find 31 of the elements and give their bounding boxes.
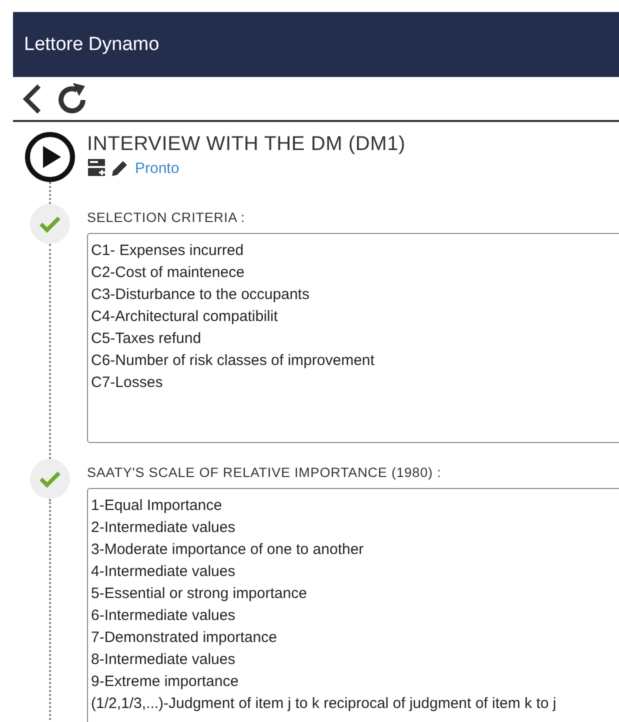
- text-line: 8-Intermediate values: [91, 650, 236, 670]
- pencil-icon: [111, 159, 129, 177]
- text-line: C4-Architectural compatibilit: [91, 307, 278, 327]
- activity-title: INTERVIEW WITH THE DM (DM1): [87, 133, 406, 156]
- text-line: 9-Extreme importance: [91, 672, 239, 692]
- text-line: 3-Moderate importance of one to another: [91, 540, 364, 560]
- text-line: C6-Number of risk classes of improvement: [91, 351, 374, 371]
- device-icon: [87, 158, 107, 178]
- text-line: 5-Essential or strong importance: [91, 584, 307, 604]
- step-label: SAATY'S SCALE OF RELATIVE IMPORTANCE (1980) :: [87, 465, 442, 480]
- play-icon: [43, 146, 61, 168]
- text-line: C5-Taxes refund: [91, 329, 202, 349]
- text-line: 1-Equal Importance: [91, 496, 222, 516]
- text-line: C2-Cost of maintenece: [91, 263, 244, 283]
- text-line: (1/2,1/3,...)-Judgment of item j to k reciprocal of judgment of item k to j: [91, 694, 556, 714]
- text-area[interactable]: C1- Expenses incurred C2-Cost of maintenece C3-Disturbance to the occupants C4-Architectural compatibilit C5-Taxes refund C6-Number of risk classes of improvement C7-Losses: [87, 233, 619, 443]
- text-line: C3-Disturbance to the occupants: [91, 285, 310, 305]
- text-line: 2-Intermediate values: [91, 518, 236, 538]
- check-icon: [39, 215, 61, 233]
- check-icon: [39, 470, 61, 488]
- text-line: 4-Intermediate values: [91, 562, 236, 582]
- play-button[interactable]: [25, 132, 75, 182]
- text-area[interactable]: [87, 488, 619, 722]
- text-line: 6-Intermediate values: [91, 606, 236, 626]
- back-button[interactable]: [21, 82, 43, 114]
- status-link[interactable]: Pronto: [135, 160, 180, 176]
- app-title: Lettore Dynamo: [24, 34, 160, 56]
- text-line: 7-Demonstrated importance: [91, 628, 277, 648]
- step-label: SELECTION CRITERIA :: [87, 210, 246, 225]
- text-line: C1- Expenses incurred: [91, 241, 244, 261]
- text-line: C7-Losses: [91, 373, 163, 393]
